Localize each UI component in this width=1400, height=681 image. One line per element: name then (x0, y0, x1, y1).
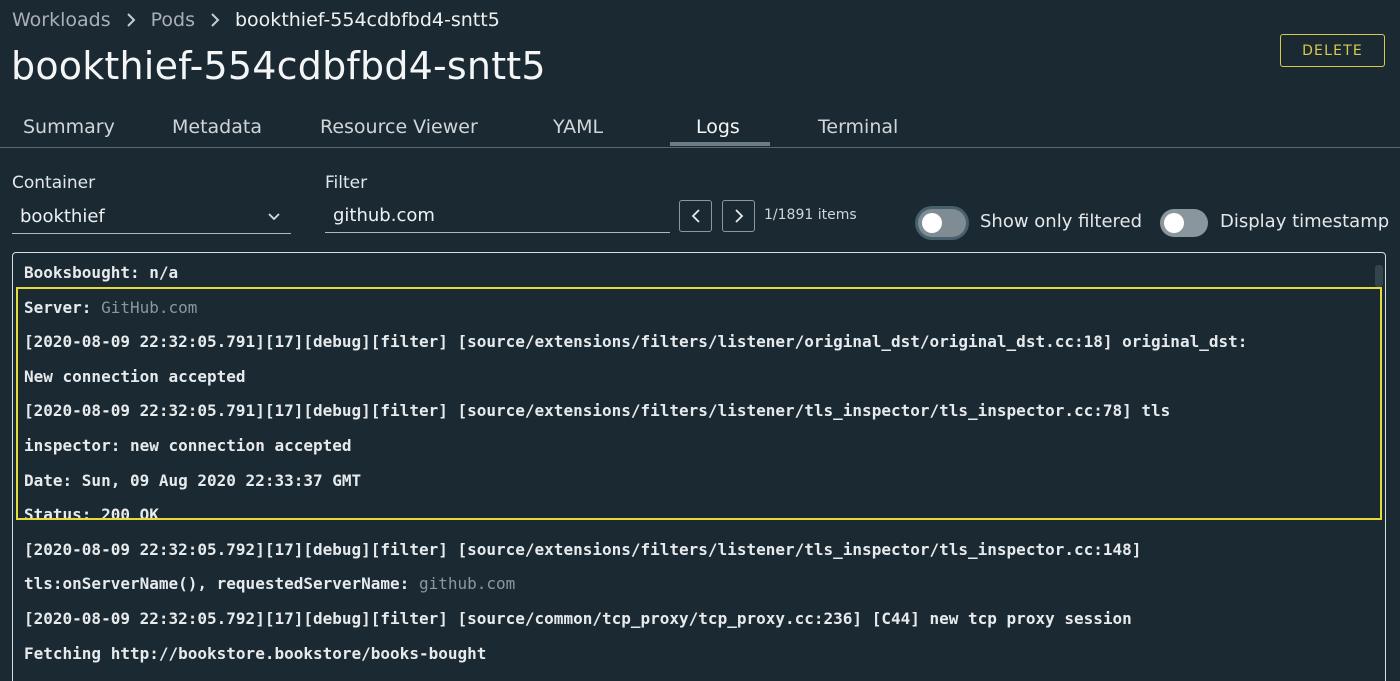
container-select-value: bookthief (20, 206, 105, 227)
tab-summary[interactable]: Summary (23, 116, 115, 138)
active-tab-indicator (670, 142, 770, 146)
scrollbar[interactable] (1375, 265, 1383, 287)
log-line: [2020-08-09 22:32:05.791][17][debug][fil… (24, 332, 1248, 352)
previous-match-button[interactable] (679, 200, 712, 232)
display-timestamp-label: Display timestamp (1220, 211, 1390, 232)
log-line: Booksbought: n/a (24, 263, 179, 282)
log-line: inspector: new connection accepted (24, 435, 352, 455)
log-panel[interactable]: Booksbought: n/a Server: GitHub.com [202… (12, 252, 1386, 681)
log-line: [2020-08-09 22:32:05.792][17][debug][fil… (24, 608, 1132, 628)
breadcrumb-workloads[interactable]: Workloads (12, 9, 111, 31)
page-title: bookthief-554cdbfbd4-sntt5 (11, 44, 546, 88)
tab-metadata[interactable]: Metadata (172, 116, 262, 138)
container-select[interactable]: bookthief (12, 200, 291, 234)
display-timestamp-toggle[interactable] (1160, 209, 1208, 237)
chevron-left-icon (691, 209, 700, 223)
breadcrumb: Workloads Pods bookthief-554cdbfbd4-sntt… (12, 8, 500, 32)
log-line: Status: 200 OK (24, 505, 159, 525)
log-lines: Booksbought: n/a Server: GitHub.com [202… (24, 260, 1247, 675)
filter-input[interactable] (325, 198, 670, 233)
tab-terminal[interactable]: Terminal (818, 116, 898, 138)
filter-label: Filter (325, 173, 368, 193)
log-line: Fetching http://bookstore.bookstore/book… (24, 643, 487, 663)
tab-logs[interactable]: Logs (696, 116, 740, 138)
chevron-right-icon (734, 209, 743, 223)
container-label: Container (12, 173, 96, 193)
toggle-knob (922, 213, 942, 233)
chevron-down-icon (267, 208, 281, 229)
tab-yaml[interactable]: YAML (553, 116, 603, 138)
breadcrumb-pods[interactable]: Pods (151, 9, 195, 31)
log-line: Server: GitHub.com (24, 297, 198, 317)
log-line: tls:onServerName(), requestedServerName:… (24, 574, 516, 594)
next-match-button[interactable] (722, 200, 755, 232)
match-count: 1/1891 items (764, 207, 857, 223)
log-line: [2020-08-09 22:32:05.791][17][debug][fil… (24, 401, 1171, 421)
delete-button[interactable]: DELETE (1280, 34, 1385, 67)
log-line: [2020-08-09 22:32:05.792][17][debug][fil… (24, 539, 1142, 559)
tab-resource-viewer[interactable]: Resource Viewer (320, 116, 478, 138)
toggle-knob (1164, 213, 1184, 233)
log-line: New connection accepted (24, 366, 246, 386)
chevron-right-icon (208, 8, 222, 32)
chevron-right-icon (124, 8, 138, 32)
show-only-filtered-label: Show only filtered (980, 211, 1143, 232)
tab-bar: Summary Metadata Resource Viewer YAML Lo… (0, 110, 1400, 148)
breadcrumb-current: bookthief-554cdbfbd4-sntt5 (235, 9, 500, 31)
show-only-filtered-toggle[interactable] (918, 209, 966, 237)
log-line: Date: Sun, 09 Aug 2020 22:33:37 GMT (24, 470, 362, 490)
